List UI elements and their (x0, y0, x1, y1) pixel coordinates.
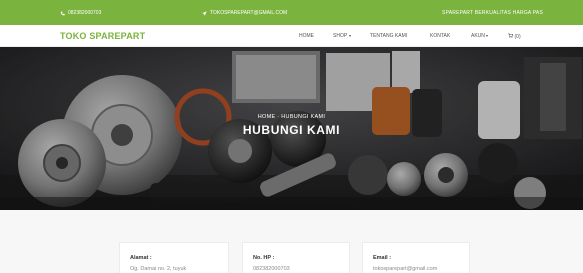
contact-info-section: Alamat : Og. Damai no. 2, tuyuk No. HP :… (0, 210, 583, 273)
topbar-phone[interactable]: 082382000703 (60, 10, 101, 16)
nav-item-account-label: AKUN (471, 33, 485, 39)
brand-logo[interactable]: TOKO SPAREPART (60, 31, 145, 41)
phone-icon (60, 11, 65, 16)
nav-item-about[interactable]: TENTANG KAMI (370, 33, 407, 39)
top-bar: 082382000703 TOKOSPAREPART@GMAIL.COM SPA… (0, 0, 583, 25)
address-label: Alamat : (130, 255, 152, 261)
page-title: HUBUNGI KAMI (242, 123, 341, 137)
nav-item-account[interactable]: AKUN (471, 33, 489, 39)
email-card: Email : tokosparepart@gmail.com (362, 242, 470, 273)
topbar-email[interactable]: TOKOSPAREPART@GMAIL.COM (202, 10, 287, 16)
address-value: Og. Damai no. 2, tuyuk (130, 266, 187, 272)
nav-item-about-label: TENTANG KAMI (370, 33, 408, 39)
topbar-slogan: SPAREPART BERKUALITAS HARGA PAS (442, 10, 543, 16)
nav-item-contact[interactable]: KONTAK (430, 33, 450, 39)
nav-item-home-label: HOME (299, 33, 314, 39)
address-card: Alamat : Og. Damai no. 2, tuyuk (119, 242, 229, 273)
breadcrumb: HOME · HUBUNGI KAMI (257, 114, 326, 120)
email-label: Email : (373, 255, 392, 261)
nav-item-shop-label: SHOP (333, 33, 348, 39)
cart-button[interactable]: (0) (508, 33, 521, 40)
nav-item-shop[interactable]: SHOP (333, 33, 351, 39)
hero-banner: HOME · HUBUNGI KAMI HUBUNGI KAMI (0, 47, 583, 210)
topbar-email-text: TOKOSPAREPART@GMAIL.COM (210, 10, 288, 16)
phone-value: 082382000703 (253, 266, 290, 272)
nav-item-contact-label: KONTAK (430, 33, 451, 39)
chevron-down-icon (348, 35, 351, 37)
phone-card: No. HP : 082382000703 (242, 242, 350, 273)
topbar-phone-text: 082382000703 (68, 10, 102, 16)
main-navbar: TOKO SPAREPART HOME SHOP TENTANG KAMI KO… (0, 25, 583, 47)
cart-count: (0) (514, 33, 521, 40)
cart-icon (508, 33, 514, 40)
phone-label: No. HP : (253, 255, 275, 261)
email-value[interactable]: tokosparepart@gmail.com (373, 266, 437, 272)
send-icon (202, 10, 207, 16)
chevron-down-icon (486, 35, 489, 37)
nav-item-home[interactable]: HOME (299, 33, 314, 39)
